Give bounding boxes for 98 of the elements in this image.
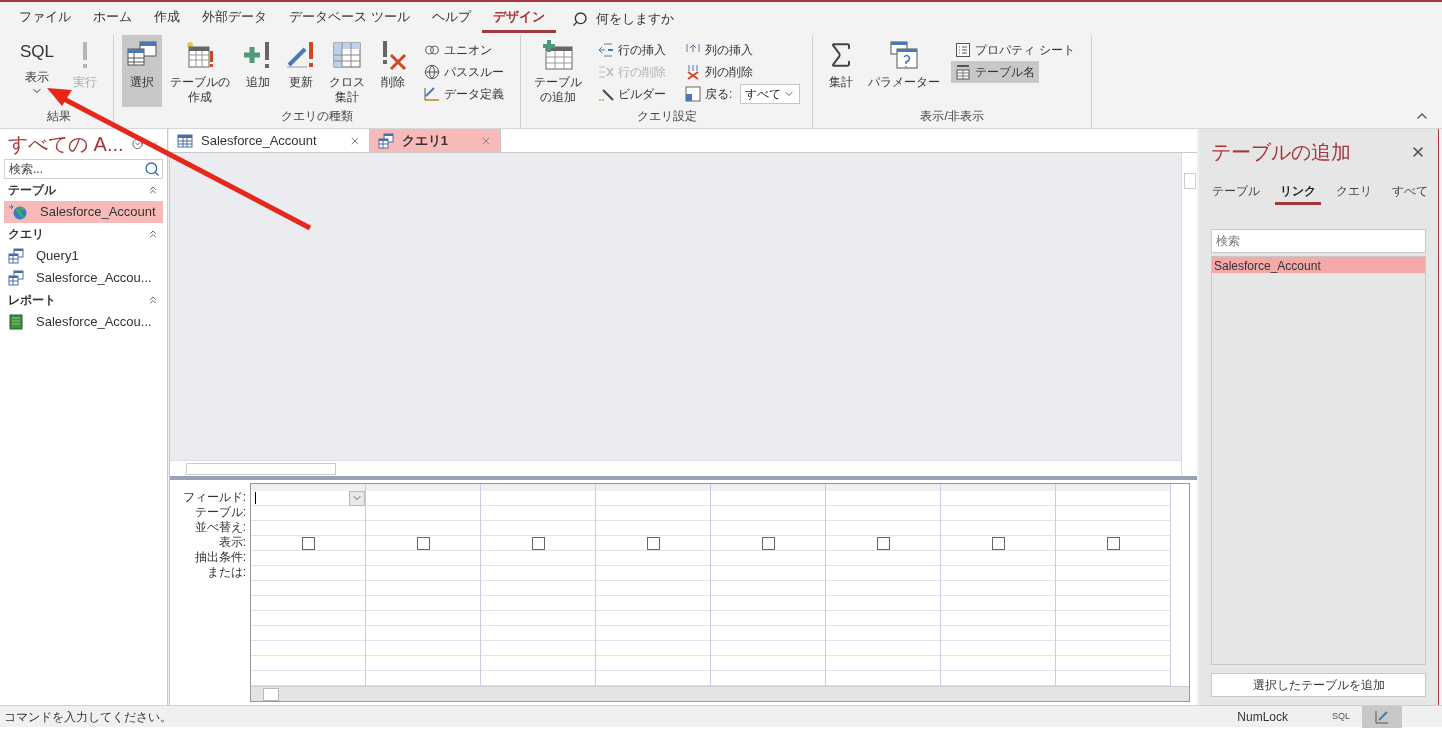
row-label: 並べ替え: [194, 520, 246, 535]
top-values-dropdown[interactable]: すべて [740, 84, 801, 104]
show-checkbox[interactable] [876, 536, 890, 550]
ribbon-small-button[interactable]: パススルー [420, 61, 509, 83]
ribbon-small-button[interactable]: 列の削除 [681, 61, 758, 83]
ribbon-button[interactable]: 選択 [122, 35, 163, 107]
ribbon-button[interactable]: 更新 [281, 35, 322, 107]
show-checkbox[interactable] [1106, 536, 1120, 550]
rings-icon [424, 42, 441, 58]
top-values-icon [685, 86, 702, 102]
ribbon-tab[interactable]: ヘルプ [420, 4, 482, 33]
insert-row-icon [598, 42, 615, 58]
ribbon-button[interactable]: クロス集計 [324, 35, 371, 107]
show-checkbox[interactable] [301, 536, 315, 550]
ruler-pencil-icon [1374, 708, 1390, 725]
row-label: または: [206, 565, 246, 580]
ribbon-button[interactable]: テーブルの作成 [165, 35, 236, 107]
wand-icon [598, 86, 615, 102]
parameter-icon [888, 39, 921, 71]
collapse-icon[interactable] [147, 228, 159, 240]
show-checkbox[interactable] [646, 536, 660, 550]
search-field[interactable]: 検索 [1211, 229, 1426, 253]
document-tab[interactable]: クエリ1 [369, 129, 501, 152]
show-checkbox[interactable] [416, 536, 430, 550]
add-table-icon [542, 39, 575, 71]
ribbon-tab[interactable]: デザイン [481, 4, 556, 33]
ribbon-button[interactable]: パラメーター [864, 35, 945, 107]
query-icon [377, 132, 394, 149]
pane-tab[interactable]: すべて [1387, 179, 1433, 205]
group-label: クエリ設定 [636, 108, 697, 125]
row-label: 抽出条件: [194, 550, 246, 565]
search-field[interactable]: 検索... [4, 159, 163, 179]
linked-globe-icon [8, 204, 28, 220]
query-icon [8, 270, 24, 286]
design-view-button[interactable] [1362, 705, 1402, 728]
ribbon-button[interactable]: 削除 [373, 35, 414, 107]
globe-icon [424, 64, 441, 80]
crosstab-icon [331, 39, 364, 71]
show-checkbox[interactable] [761, 536, 775, 550]
query-icon [8, 248, 24, 264]
table-name-icon [955, 64, 972, 80]
ribbon-small-button[interactable]: ビルダー [594, 83, 671, 105]
ribbon-tab[interactable]: 外部データ [191, 4, 278, 33]
collapse-icon[interactable] [147, 184, 159, 196]
property-sheet-icon [955, 42, 972, 58]
ribbon-tab[interactable]: ファイル [8, 4, 82, 33]
horizontal-scrollbar[interactable] [170, 460, 1181, 476]
ruler-pencil-icon [424, 86, 441, 102]
ribbon-small-button[interactable]: データ定義 [420, 83, 509, 105]
ribbon-button[interactable]: 追加 [238, 35, 279, 107]
horizontal-scrollbar[interactable] [251, 686, 1189, 701]
report-icon [8, 314, 24, 330]
tell-me-field[interactable]: 何をしますか [571, 8, 674, 29]
pane-tab[interactable]: クエリ [1331, 179, 1377, 205]
ribbon-small-button[interactable]: ユニオン [420, 39, 497, 61]
group-label: クエリの種類 [281, 108, 354, 125]
ribbon-small-button[interactable]: 戻る: [681, 83, 737, 105]
status-indicator: NumLock [1237, 708, 1288, 726]
search-icon [144, 161, 160, 177]
group-header[interactable]: クエリ [0, 223, 167, 245]
vertical-scrollbar[interactable] [1181, 153, 1197, 476]
show-checkbox[interactable] [531, 536, 545, 550]
table-icon [177, 132, 193, 149]
menu-icon[interactable] [131, 136, 143, 152]
pane-title: すべての A... [8, 132, 124, 157]
delete-row-icon [598, 64, 615, 80]
pane-title: テーブルの追加 [1211, 140, 1351, 165]
sql-view-button[interactable]: SQL [1320, 705, 1362, 728]
status-message: コマンドを入力してください。 [4, 708, 173, 726]
pane-tab[interactable]: テーブル [1207, 179, 1265, 205]
list-item[interactable]: Salesforce_Account [1212, 257, 1425, 273]
group-header[interactable]: テーブル [0, 179, 167, 201]
search-icon [571, 10, 588, 27]
row-label: フィールド: [182, 490, 246, 505]
show-checkbox[interactable] [991, 536, 1005, 550]
ribbon-tab[interactable]: 作成 [143, 4, 191, 33]
ribbon-tab[interactable]: ホーム [82, 4, 143, 33]
nav-item[interactable]: Salesforce_Accou... [4, 311, 163, 333]
view-button[interactable]: SQL 表示 [12, 35, 63, 107]
ribbon-button[interactable]: テーブルの追加 [529, 35, 588, 107]
row-label: テーブル: [194, 505, 246, 520]
ribbon-small-button[interactable]: プロパティ シート [951, 39, 1079, 61]
ribbon-tab[interactable]: データベース ツール [278, 4, 421, 33]
nav-item[interactable]: Query1 [4, 245, 163, 267]
group-header[interactable]: レポート [0, 289, 167, 311]
ribbon-small-button[interactable]: テーブル名 [951, 61, 1040, 83]
collapse-icon[interactable] [147, 294, 159, 306]
group-label: 表示/非表示 [920, 108, 984, 125]
ribbon-button[interactable]: 集計 [821, 35, 862, 107]
nav-item[interactable]: Salesforce_Account [4, 201, 163, 223]
pane-tab[interactable]: リンク [1275, 179, 1321, 205]
row-label: 表示: [218, 535, 246, 550]
ribbon-small-button[interactable]: 行の挿入 [594, 39, 671, 61]
nav-item[interactable]: Salesforce_Accou... [4, 267, 163, 289]
add-selected-button[interactable]: 選択したテーブルを追加 [1211, 673, 1426, 697]
exclamation-icon [83, 42, 88, 68]
ribbon-small-button[interactable]: 列の挿入 [681, 39, 758, 61]
group-label: 結果 [46, 108, 71, 125]
